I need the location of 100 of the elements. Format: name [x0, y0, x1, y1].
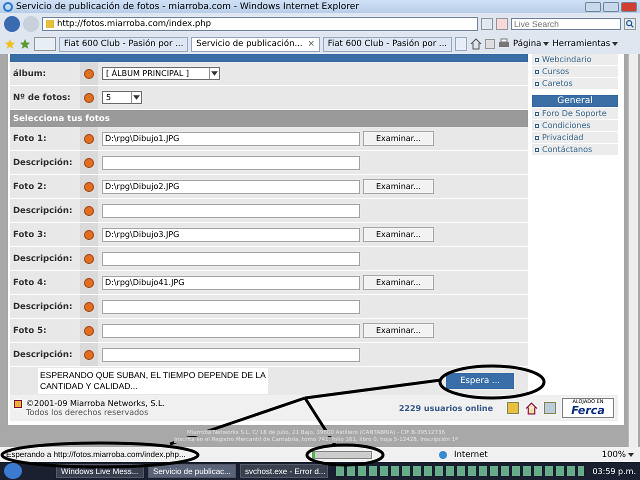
help-icon[interactable] [84, 230, 94, 240]
file-path-field[interactable]: D:\rpg\Dibujo2.JPG [102, 180, 360, 194]
field-label: Foto 5: [12, 324, 48, 338]
dropdown[interactable]: 5 [102, 91, 142, 104]
add-favorite-icon[interactable] [19, 38, 31, 50]
caret-icon [543, 42, 550, 46]
bullet-icon [535, 148, 539, 152]
field-label: Descripción: [12, 252, 74, 266]
rights-text: Todos los derechos reservados [25, 408, 150, 417]
file-path-field[interactable]: D:\rpg\Dibujo3.JPG [102, 228, 360, 242]
help-icon[interactable] [84, 68, 94, 78]
copyright-text: ©2001-09 Miarroba Networks, S.L. [26, 399, 165, 408]
window-title: Servicio de publicación de fotos - miarroba.com - Windows Internet Explorer [16, 2, 360, 12]
caret-icon [131, 92, 142, 103]
description-field[interactable] [102, 156, 360, 170]
browse-button[interactable]: Examinar... [363, 179, 434, 194]
address-field[interactable]: http://fotos.miarroba.com/index.php [42, 16, 478, 30]
bullet-icon [535, 112, 539, 116]
file-path-field[interactable]: D:\rpg\Dibujo41.JPG [102, 276, 360, 290]
sidebar-link[interactable]: Cursos [532, 66, 618, 77]
minimize-button[interactable] [585, 2, 601, 12]
section-header: Selecciona tus fotos [10, 110, 528, 127]
home-icon[interactable] [525, 402, 538, 414]
help-icon[interactable] [84, 302, 94, 312]
sidebar-heading: General [532, 95, 618, 107]
help-icon[interactable] [84, 158, 94, 168]
browser-logo-icon [3, 2, 13, 12]
taskbar-button[interactable]: Servicio de publicac... [148, 464, 236, 478]
bullet-icon [535, 82, 539, 86]
help-icon[interactable] [84, 278, 94, 288]
sidebar-link[interactable]: Webcindario [532, 54, 618, 65]
maximize-button[interactable] [603, 2, 619, 12]
caret-icon [628, 452, 634, 456]
start-button[interactable] [4, 463, 22, 479]
field-label: Descripción: [12, 300, 74, 314]
browse-button[interactable]: Examinar... [363, 131, 434, 146]
field-label: Foto 2: [12, 180, 48, 194]
bullet-icon [535, 136, 539, 140]
sidebar-link[interactable]: Privacidad [532, 132, 618, 143]
search-field[interactable]: Live Search [511, 18, 621, 30]
scrollbar[interactable] [628, 54, 638, 447]
file-path-field[interactable]: D:\rpg\Dibujo1.JPG [102, 132, 360, 146]
status-text: Esperando a http://fotos.miarroba.com/index.php... [6, 450, 187, 459]
sidebar-link[interactable]: Condiciones [532, 120, 618, 131]
description-field[interactable] [102, 204, 360, 218]
browser-tab[interactable]: Fiat 600 Club - Pasión por ... [322, 36, 452, 52]
browse-button[interactable]: Examinar... [363, 275, 434, 290]
home-icon[interactable] [470, 38, 482, 50]
help-icon[interactable] [84, 206, 94, 216]
folder-icon[interactable] [507, 402, 519, 414]
field-label: Descripción: [12, 348, 74, 362]
description-field[interactable] [102, 252, 360, 266]
sidebar-link[interactable]: Caretos [532, 78, 618, 89]
help-icon[interactable] [84, 350, 94, 360]
security-zone: Internet [454, 450, 489, 460]
help-icon[interactable] [84, 182, 94, 192]
field-label: álbum: [12, 68, 48, 80]
help-icon[interactable] [84, 134, 94, 144]
field-label: Foto 4: [12, 276, 48, 290]
help-icon[interactable] [84, 254, 94, 264]
star-icon[interactable] [4, 38, 16, 50]
tools-menu[interactable]: Herramientas [552, 39, 618, 49]
submit-button[interactable]: Espera ... [446, 373, 514, 389]
field-label: Nº de fotos: [12, 92, 72, 104]
taskbar-button[interactable]: svchost.exe - Error d... [240, 464, 328, 478]
help-icon[interactable] [84, 92, 94, 102]
browse-button[interactable]: Examinar... [363, 227, 434, 242]
browser-tab[interactable]: Servicio de publicación... × [191, 36, 320, 52]
bullet-icon [535, 70, 539, 74]
progress-bar [312, 450, 372, 458]
help-icon[interactable] [84, 326, 94, 336]
field-label: Descripción: [12, 156, 74, 170]
search-icon[interactable] [624, 18, 636, 30]
caret-icon [612, 42, 618, 46]
document-icon[interactable] [544, 402, 556, 414]
sidebar-link[interactable]: Foro De Soporte [532, 108, 618, 119]
bullet-icon [535, 124, 539, 128]
back-button[interactable] [4, 16, 20, 32]
printer-icon[interactable] [498, 38, 510, 50]
bullet-icon [535, 58, 539, 62]
field-label: Descripción: [12, 204, 74, 218]
quick-tabs-button[interactable] [34, 37, 56, 51]
caret-icon [208, 68, 219, 79]
description-field[interactable] [102, 300, 360, 314]
page-menu[interactable]: Página [513, 39, 550, 49]
annotation-text: ESPERANDO QUE SUBAN, EL TIEMPO DEPENDE DE LA CANTIDAD Y CALIDAD... [38, 368, 268, 394]
browser-tab[interactable]: Fiat 600 Club - Pasión por ... [59, 36, 188, 52]
clock: 03:59 p.m. [592, 466, 636, 476]
description-field[interactable] [102, 348, 360, 362]
dropdown[interactable]: [ ÁLBUM PRINCIPAL ] [102, 67, 220, 80]
sidebar-link[interactable]: Contáctanos [532, 144, 618, 155]
close-button[interactable] [621, 2, 637, 12]
field-label: Foto 1: [12, 132, 48, 146]
zoom-level[interactable]: 100% [602, 450, 634, 460]
file-path-field[interactable] [102, 324, 360, 338]
users-online-count: 2229 usuarios online [398, 404, 493, 412]
field-label: Foto 3: [12, 228, 48, 242]
globe-icon [438, 450, 448, 460]
browse-button[interactable]: Examinar... [363, 323, 434, 338]
logo-icon [14, 400, 22, 408]
